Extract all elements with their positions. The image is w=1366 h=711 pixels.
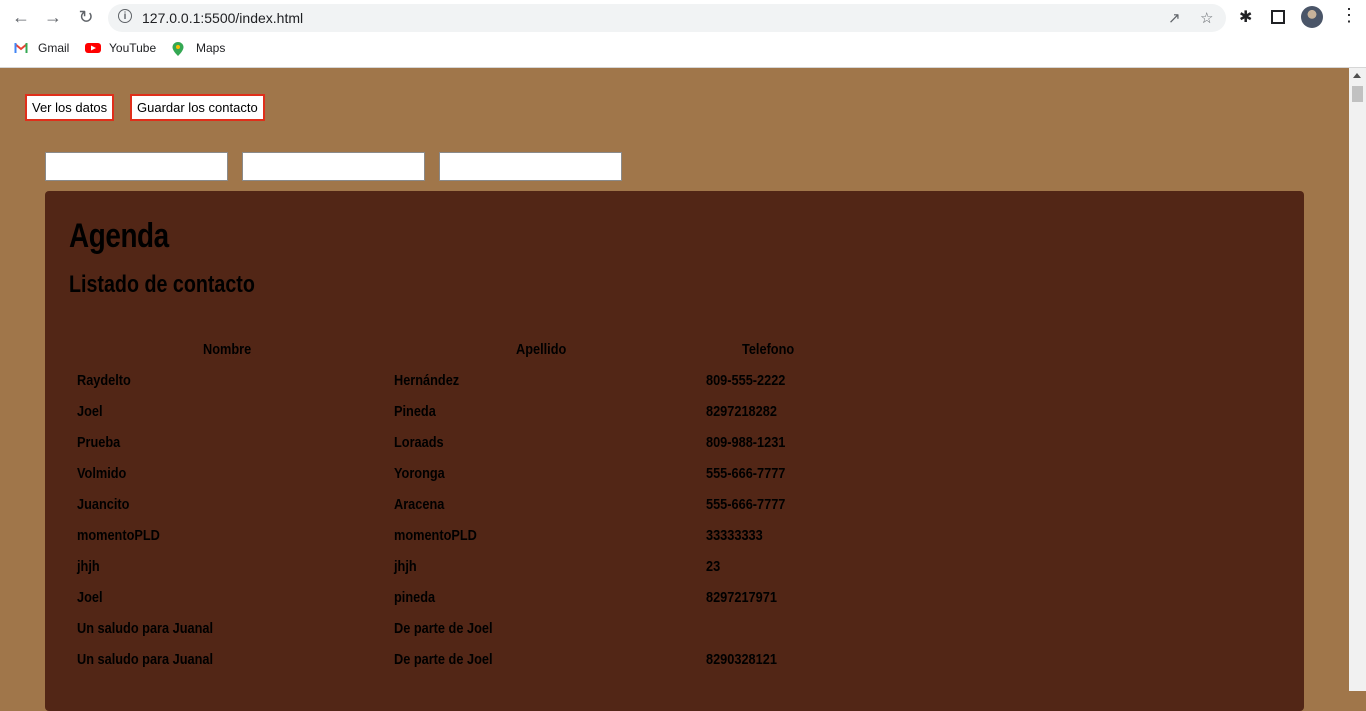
bookmark-gmail[interactable]: Gmail xyxy=(14,41,69,55)
bookmark-maps[interactable]: Maps xyxy=(172,41,226,56)
cell-apellido: De parte de Joel xyxy=(394,651,493,668)
cell-telefono: 555-666-7777 xyxy=(706,465,786,482)
cell-apellido: Hernández xyxy=(394,372,460,389)
extensions-icon[interactable]: ✱ xyxy=(1239,7,1252,27)
cell-telefono: 8290328121 xyxy=(706,651,777,668)
surname-input[interactable] xyxy=(242,152,425,181)
cell-nombre: momentoPLD xyxy=(77,527,160,544)
address-url[interactable]: 127.0.0.1:5500/index.html xyxy=(142,10,303,26)
reload-icon[interactable]: ↻ xyxy=(75,6,97,28)
menu-kebab-icon[interactable]: ⋮ xyxy=(1340,5,1358,26)
column-header-nombre: Nombre xyxy=(203,341,252,358)
cell-nombre: Joel xyxy=(77,589,103,606)
table-row: Un saludo para Juanal De parte de Joel 8… xyxy=(45,651,1304,682)
forward-arrow-icon[interactable]: → xyxy=(42,6,64,28)
address-bar[interactable]: i 127.0.0.1:5500/index.html ↗ ☆ xyxy=(108,4,1226,32)
cell-nombre: jhjh xyxy=(77,558,100,575)
cell-apellido: pineda xyxy=(394,589,436,606)
site-info-icon[interactable]: i xyxy=(118,9,132,23)
cell-apellido: Aracena xyxy=(394,496,445,513)
gmail-icon xyxy=(14,42,28,54)
cell-nombre: Raydelto xyxy=(77,372,131,389)
section-subtitle: Listado de contacto xyxy=(69,271,255,298)
table-row: Volmido Yoronga 555-666-7777 xyxy=(45,465,1304,496)
cell-nombre: Prueba xyxy=(77,434,121,451)
cell-nombre: Volmido xyxy=(77,465,127,482)
cell-apellido: Loraads xyxy=(394,434,444,451)
back-arrow-icon[interactable]: ← xyxy=(10,6,32,28)
cell-telefono: 8297217971 xyxy=(706,589,777,606)
bookmark-label: Maps xyxy=(196,41,226,55)
cell-telefono: 555-666-7777 xyxy=(706,496,786,513)
youtube-icon xyxy=(85,42,101,54)
cell-telefono: 33333333 xyxy=(706,527,763,544)
table-row: jhjh jhjh 23 xyxy=(45,558,1304,589)
table-row: momentoPLD momentoPLD 33333333 xyxy=(45,527,1304,558)
cell-nombre: Un saludo para Juanal xyxy=(77,620,214,637)
table-row: Joel Pineda 8297218282 xyxy=(45,403,1304,434)
scroll-up-icon[interactable] xyxy=(1353,73,1361,78)
cell-apellido: Pineda xyxy=(394,403,436,420)
cell-telefono: 809-988-1231 xyxy=(706,434,786,451)
phone-input[interactable] xyxy=(439,152,622,181)
cell-apellido: De parte de Joel xyxy=(394,620,493,637)
cell-apellido: Yoronga xyxy=(394,465,445,482)
column-header-apellido: Apellido xyxy=(516,341,567,358)
bookmark-youtube[interactable]: YouTube xyxy=(85,41,156,55)
page-title: Agenda xyxy=(69,217,169,255)
cell-telefono: 8297218282 xyxy=(706,403,777,420)
page-scrollbar[interactable] xyxy=(1349,68,1366,691)
agenda-panel: Agenda Listado de contacto Nombre Apelli… xyxy=(45,191,1304,711)
name-input[interactable] xyxy=(45,152,228,181)
cell-nombre: Un saludo para Juanal xyxy=(77,651,214,668)
side-panel-icon[interactable] xyxy=(1271,10,1285,24)
cell-telefono: 809-555-2222 xyxy=(706,372,786,389)
table-row: Prueba Loraads 809-988-1231 xyxy=(45,434,1304,465)
browser-chrome: ← → ↻ i 127.0.0.1:5500/index.html ↗ ☆ ✱ … xyxy=(0,0,1366,68)
bookmark-star-icon[interactable]: ☆ xyxy=(1200,9,1213,27)
share-icon[interactable]: ↗ xyxy=(1168,9,1181,27)
cell-nombre: Joel xyxy=(77,403,103,420)
view-data-button[interactable]: Ver los datos xyxy=(25,94,115,121)
cell-nombre: Juancito xyxy=(77,496,130,513)
cell-telefono: 23 xyxy=(706,558,721,575)
cell-apellido: jhjh xyxy=(394,558,417,575)
maps-icon xyxy=(172,42,186,56)
table-row: Un saludo para Juanal De parte de Joel xyxy=(45,620,1304,651)
cell-apellido: momentoPLD xyxy=(394,527,477,544)
table-row: Juancito Aracena 555-666-7777 xyxy=(45,496,1304,527)
scroll-thumb[interactable] xyxy=(1352,86,1363,102)
table-row: Joel pineda 8297217971 xyxy=(45,589,1304,620)
column-header-telefono: Telefono xyxy=(742,341,795,358)
bookmark-label: YouTube xyxy=(109,41,157,55)
bookmark-label: Gmail xyxy=(38,41,70,55)
profile-avatar[interactable] xyxy=(1301,6,1323,28)
table-row: Raydelto Hernández 809-555-2222 xyxy=(45,372,1304,403)
save-contact-button[interactable]: Guardar los contacto xyxy=(130,94,265,121)
